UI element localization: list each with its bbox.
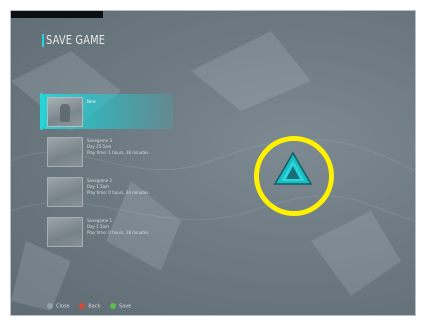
slot-title: New <box>87 99 96 104</box>
save-slot-3[interactable]: Savegame 3 Day 25 5am Play time: 1 hours… <box>41 136 173 170</box>
slot-info: New <box>87 99 96 105</box>
top-letterbox-bar <box>11 11 103 18</box>
save-prompt[interactable]: Save <box>109 303 131 310</box>
slot-thumbnail <box>47 217 83 247</box>
button-prompt-icon <box>47 303 53 309</box>
slot-playtime: Play time: 1 hours, 18 minutes <box>87 150 149 155</box>
selection-indicator <box>40 93 43 130</box>
b-button-icon <box>79 303 86 309</box>
slot-info: Savegame 1 Day 1 5am Play time: 0 hours,… <box>87 218 148 236</box>
a-button-icon <box>109 303 116 309</box>
save-slot-new[interactable]: New <box>40 93 173 130</box>
slot-info: Savegame 3 Day 25 5am Play time: 1 hours… <box>87 138 148 156</box>
save-slot-2[interactable]: Savegame 2 Day 1 5am Play time: 0 hours,… <box>41 176 173 210</box>
slot-thumbnail <box>47 177 83 207</box>
button-prompts: Close Back Save <box>47 303 139 310</box>
slot-playtime: Play time: 0 hours, 24 minutes <box>87 190 149 195</box>
slot-thumbnail <box>47 97 83 127</box>
game-screen: SAVE GAME New Savegame 3 Day 25 5am Play… <box>10 10 416 316</box>
slot-playtime: Play time: 0 hours, 18 minutes <box>87 230 149 235</box>
close-prompt[interactable]: Close <box>47 303 70 310</box>
slot-thumbnail <box>47 137 83 167</box>
slot-info: Savegame 2 Day 1 5am Play time: 0 hours,… <box>87 178 148 196</box>
save-slot-list: New Savegame 3 Day 25 5am Play time: 1 h… <box>40 93 173 256</box>
back-prompt[interactable]: Back <box>79 303 100 310</box>
save-slot-1[interactable]: Savegame 1 Day 1 5am Play time: 0 hours,… <box>41 216 173 250</box>
title-accent-bar <box>42 34 44 47</box>
triangle-cursor-icon[interactable] <box>273 151 313 187</box>
page-title: SAVE GAME <box>46 33 106 47</box>
